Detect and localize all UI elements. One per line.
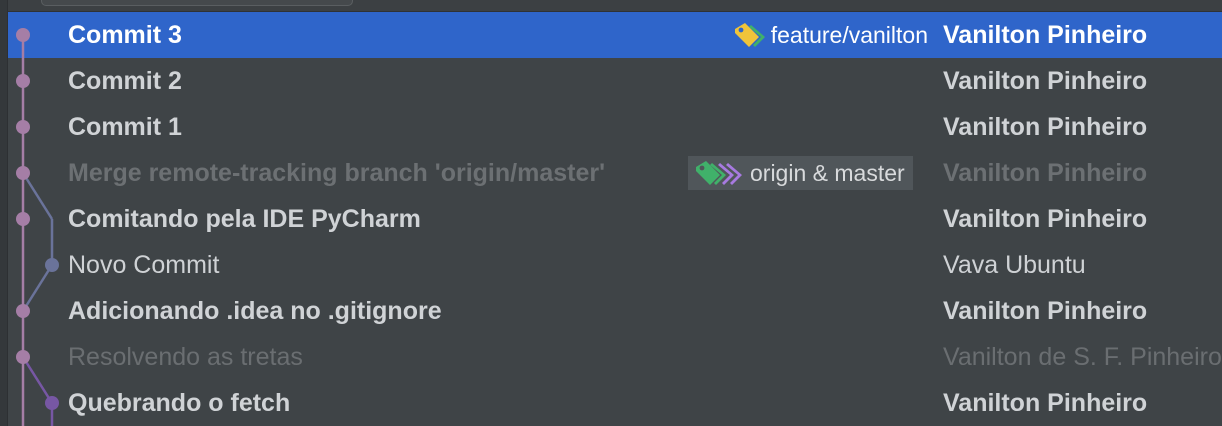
commit-subject: Novo Commit [68, 251, 220, 279]
branch-ref-label: feature/vanilton [770, 21, 928, 48]
commit-row[interactable]: Novo Commit Vava Ubuntu [8, 242, 1222, 288]
commit-row[interactable]: Commit 2 Vanilton Pinheiro [8, 58, 1222, 104]
commit-author: Vanilton Pinheiro [943, 159, 1148, 187]
commit-subject: Commit 2 [68, 67, 182, 95]
commit-subject: Commit 1 [68, 113, 182, 141]
log-toolbar [8, 0, 1222, 12]
commit-row[interactable]: Merge remote-tracking branch 'origin/mas… [8, 150, 1222, 196]
commit-author: Vanilton Pinheiro [943, 389, 1148, 417]
remote-ref-badge: origin & master [688, 156, 913, 190]
branch-ref-badge: feature/vanilton [727, 18, 936, 52]
commit-author: Vanilton Pinheiro [943, 67, 1148, 95]
commit-subject: Merge remote-tracking branch 'origin/mas… [68, 159, 606, 187]
panel-left-border [0, 0, 8, 426]
commit-author: Vanilton de S. F. Pinheiro [943, 343, 1222, 371]
commit-author: Vanilton Pinheiro [943, 113, 1148, 141]
commit-row[interactable]: Commit 3 feature/vanilton Vanilton Pinhe… [8, 12, 1222, 58]
commit-subject: Comitando pela IDE PyCharm [68, 205, 421, 233]
commit-subject: Adicionando .idea no .gitignore [68, 297, 442, 325]
commit-author: Vanilton Pinheiro [943, 297, 1148, 325]
commit-row[interactable]: Adicionando .idea no .gitignore Vanilton… [8, 288, 1222, 334]
git-log-panel: Commit 3 feature/vanilton Vanilton Pinhe… [0, 0, 1222, 426]
commit-subject: Commit 3 [68, 21, 182, 49]
commit-row[interactable]: Comitando pela IDE PyCharm Vanilton Pinh… [8, 196, 1222, 242]
tag-icon [734, 23, 765, 47]
commit-row[interactable]: Commit 1 Vanilton Pinheiro [8, 104, 1222, 150]
commit-subject: Resolvendo as tretas [68, 343, 303, 371]
commit-subject: Quebrando o fetch [68, 389, 291, 417]
commit-list: Commit 3 feature/vanilton Vanilton Pinhe… [8, 12, 1222, 426]
remote-ref-label: origin & master [750, 159, 905, 186]
commit-author: Vanilton Pinheiro [943, 205, 1148, 233]
commit-author: Vanilton Pinheiro [943, 21, 1148, 49]
tags-icon [696, 161, 742, 185]
commit-row[interactable]: Quebrando o fetch Vanilton Pinheiro [8, 380, 1222, 426]
log-filter-field[interactable] [41, 0, 353, 6]
commit-row[interactable]: Resolvendo as tretas Vanilton de S. F. P… [8, 334, 1222, 380]
commit-author: Vava Ubuntu [943, 251, 1086, 279]
